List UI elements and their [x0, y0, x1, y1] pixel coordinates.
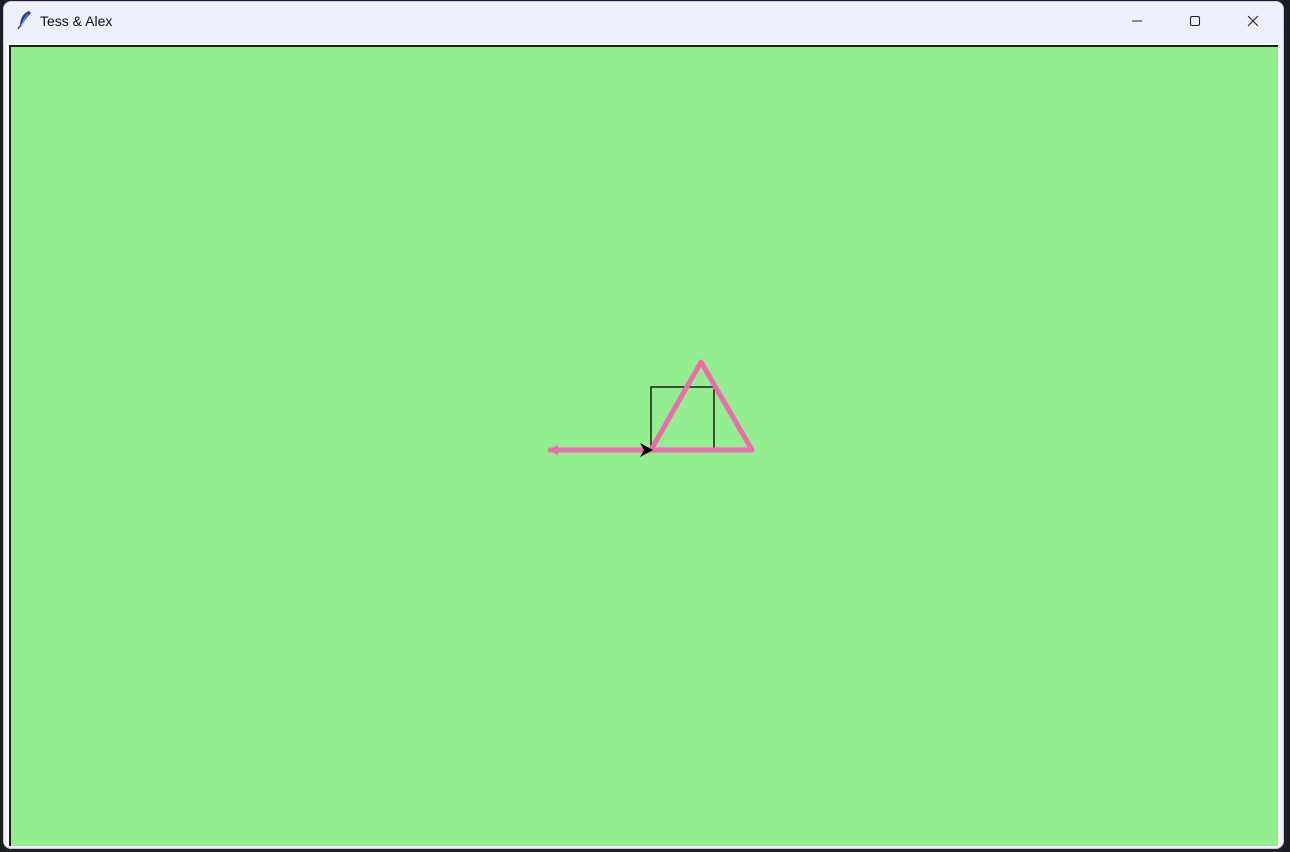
minimize-button[interactable]: [1108, 2, 1166, 40]
pink-triangle: [648, 359, 755, 453]
drawing-svg: [547, 359, 755, 457]
canvas-frame: [7, 43, 1280, 847]
feather-icon: [16, 10, 34, 30]
close-button[interactable]: [1224, 2, 1282, 40]
title-bar[interactable]: Tess & Alex: [4, 2, 1283, 40]
close-icon: [1247, 12, 1259, 31]
window-title: Tess & Alex: [40, 13, 113, 29]
turtle-canvas[interactable]: [9, 45, 1278, 846]
minimize-icon: [1131, 12, 1143, 31]
maximize-button[interactable]: [1166, 2, 1224, 40]
app-window: Tess & Alex: [3, 1, 1284, 849]
pink-arrowhead: [548, 445, 558, 455]
maximize-icon: [1189, 12, 1201, 31]
